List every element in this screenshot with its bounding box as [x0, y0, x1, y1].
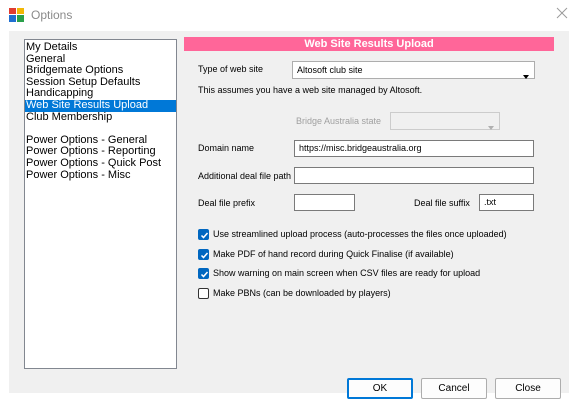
bridge-app-icon: [9, 8, 24, 22]
close-button[interactable]: Close: [495, 378, 561, 399]
chevron-down-icon: [523, 68, 529, 79]
panel-header: Web Site Results Upload: [184, 37, 554, 51]
streamlined-checkbox[interactable]: [198, 229, 209, 240]
pdf-checkbox[interactable]: [198, 249, 209, 260]
suffix-label: Deal file suffix: [414, 198, 470, 208]
streamlined-label: Use streamlined upload process (auto-pro…: [213, 229, 507, 239]
ok-button[interactable]: OK: [347, 378, 413, 399]
suffix-input[interactable]: .txt: [479, 194, 534, 211]
window-title: Options: [31, 8, 73, 22]
close-icon[interactable]: [555, 6, 569, 20]
domain-input[interactable]: https://misc.bridgeaustralia.org: [294, 140, 534, 157]
window-frame-right: [569, 31, 577, 400]
pbn-checkbox[interactable]: [198, 288, 209, 299]
nav-item-web-site-results-upload[interactable]: Web Site Results Upload: [25, 99, 176, 112]
type-of-site-label: Type of web site: [198, 64, 264, 74]
window-frame-left: [0, 31, 9, 400]
type-of-site-value: Altosoft club site: [297, 65, 363, 75]
csv-warning-checkbox[interactable]: [198, 268, 209, 279]
csv-warning-label: Show warning on main screen when CSV fil…: [213, 268, 481, 278]
deal-path-label: Additional deal file path: [198, 171, 292, 181]
deal-path-input[interactable]: [294, 167, 534, 184]
chevron-down-icon: [488, 119, 494, 130]
nav-item-club-membership[interactable]: Club Membership: [25, 111, 176, 124]
nav-item-power-options-misc[interactable]: Power Options - Misc: [25, 169, 176, 182]
title-bar: Options: [0, 0, 577, 31]
cancel-button[interactable]: Cancel: [421, 378, 487, 399]
pbn-label: Make PBNs (can be downloaded by players): [213, 288, 391, 298]
window-frame-bottom: [0, 393, 577, 400]
site-note: This assumes you have a web site managed…: [198, 85, 423, 95]
ba-state-label: Bridge Australia state: [296, 116, 382, 126]
options-category-list[interactable]: My Details General Bridgemate Options Se…: [24, 39, 177, 369]
prefix-label: Deal file prefix: [198, 198, 256, 208]
prefix-input[interactable]: [294, 194, 355, 211]
type-of-site-select[interactable]: Altosoft club site: [292, 61, 535, 79]
pdf-label: Make PDF of hand record during Quick Fin…: [213, 249, 454, 259]
ba-state-select[interactable]: [390, 112, 500, 130]
nav-item-power-options-quick-post[interactable]: Power Options - Quick Post: [25, 157, 176, 170]
nav-item-my-details[interactable]: My Details: [25, 41, 176, 54]
domain-label: Domain name: [198, 143, 255, 153]
